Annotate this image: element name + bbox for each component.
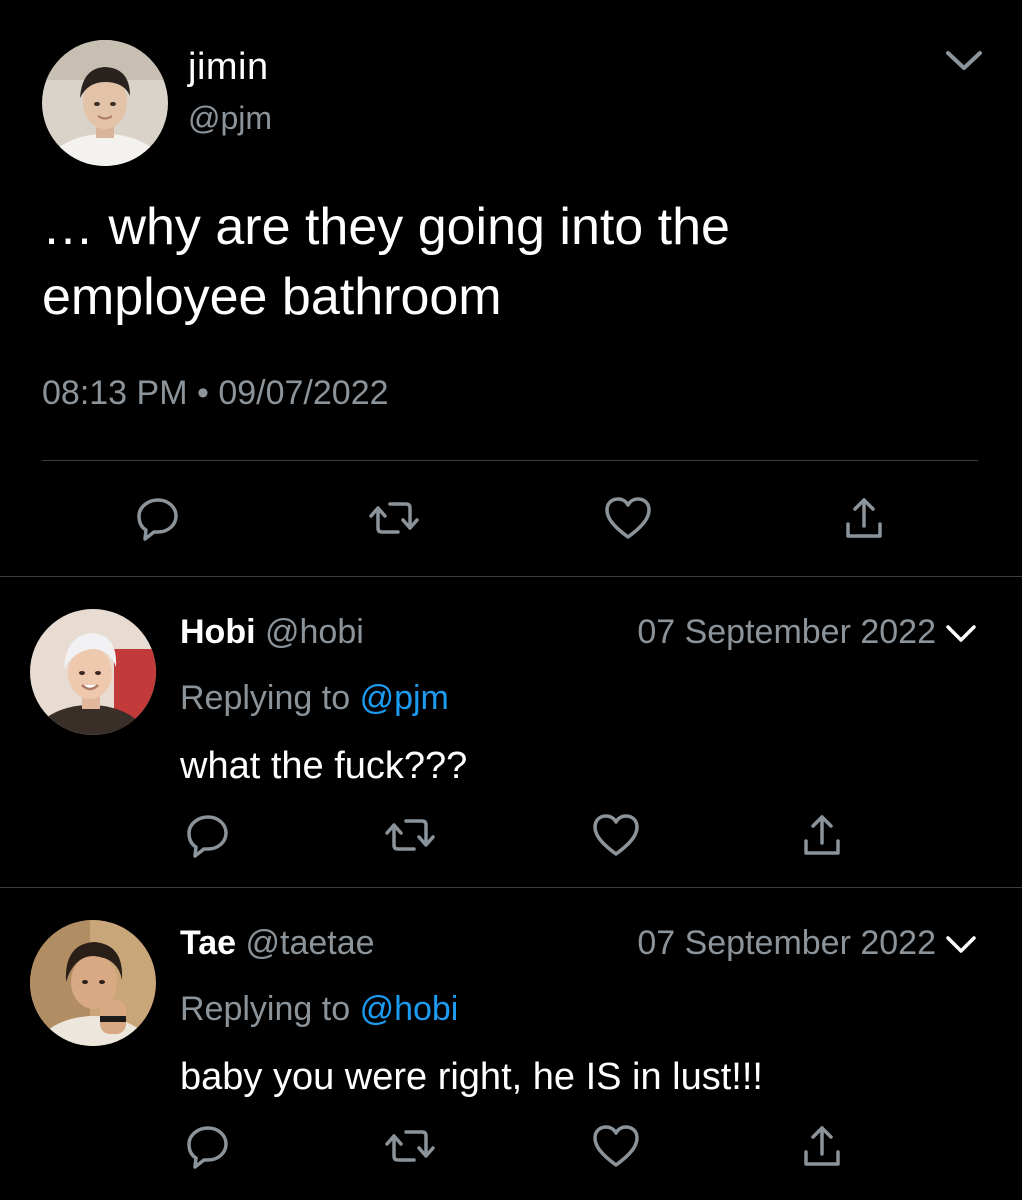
tweet-text: … why are they going into the employee b… xyxy=(42,198,730,326)
main-tweet: jimin @pjm … why are they going into the… xyxy=(0,0,1022,576)
replying-label: Replying to xyxy=(180,679,351,717)
mention-link[interactable]: @hobi xyxy=(360,990,459,1028)
replying-to: Replying to @hobi xyxy=(180,990,458,1029)
avatar[interactable] xyxy=(42,40,168,166)
handle[interactable]: @hobi xyxy=(265,613,364,651)
chevron-down-icon[interactable] xyxy=(944,623,978,650)
handle[interactable]: @taetae xyxy=(246,924,375,962)
chevron-down-icon[interactable] xyxy=(944,48,984,79)
tweet-text: baby you were right, he IS in lust!!! xyxy=(180,1056,763,1098)
avatar-image xyxy=(30,609,156,735)
display-name[interactable]: Tae xyxy=(180,924,236,962)
avatar[interactable] xyxy=(30,609,156,735)
display-name[interactable]: jimin xyxy=(188,46,269,89)
share-icon[interactable] xyxy=(834,488,894,548)
avatar-image xyxy=(42,40,168,166)
heart-icon[interactable] xyxy=(586,1116,646,1176)
reply-tweet[interactable]: Hobi @hobi 07 September 2022 Replying to… xyxy=(0,577,1022,887)
tweet-text: what the fuck??? xyxy=(180,745,468,787)
retweet-icon[interactable] xyxy=(380,1116,440,1176)
handle[interactable]: @pjm xyxy=(188,100,272,137)
divider xyxy=(42,460,978,461)
reply-icon[interactable] xyxy=(178,805,238,865)
share-icon[interactable] xyxy=(792,805,852,865)
reply-icon[interactable] xyxy=(128,488,188,548)
reply-date: 07 September 2022 xyxy=(637,613,936,651)
tweet-date: 09/07/2022 xyxy=(218,374,389,412)
reply-date: 07 September 2022 xyxy=(637,924,936,962)
tweet-timestamp: 08:13 PM • 09/07/2022 xyxy=(42,374,389,413)
heart-icon[interactable] xyxy=(598,488,658,548)
replying-to: Replying to @pjm xyxy=(180,679,449,718)
tweet-time: 08:13 PM xyxy=(42,374,188,412)
reply-tweet[interactable]: Tae @taetae 07 September 2022 Replying t… xyxy=(0,888,1022,1198)
chevron-down-icon[interactable] xyxy=(944,934,978,961)
share-icon[interactable] xyxy=(792,1116,852,1176)
meta-separator: • xyxy=(196,374,209,412)
display-name[interactable]: Hobi xyxy=(180,613,256,651)
avatar[interactable] xyxy=(30,920,156,1046)
mention-link[interactable]: @pjm xyxy=(360,679,449,717)
reply-icon[interactable] xyxy=(178,1116,238,1176)
replying-label: Replying to xyxy=(180,990,351,1028)
reply-header: Tae @taetae xyxy=(180,924,375,963)
heart-icon[interactable] xyxy=(586,805,646,865)
retweet-icon[interactable] xyxy=(380,805,440,865)
avatar-image xyxy=(30,920,156,1046)
retweet-icon[interactable] xyxy=(364,488,424,548)
reply-header: Hobi @hobi xyxy=(180,613,364,652)
